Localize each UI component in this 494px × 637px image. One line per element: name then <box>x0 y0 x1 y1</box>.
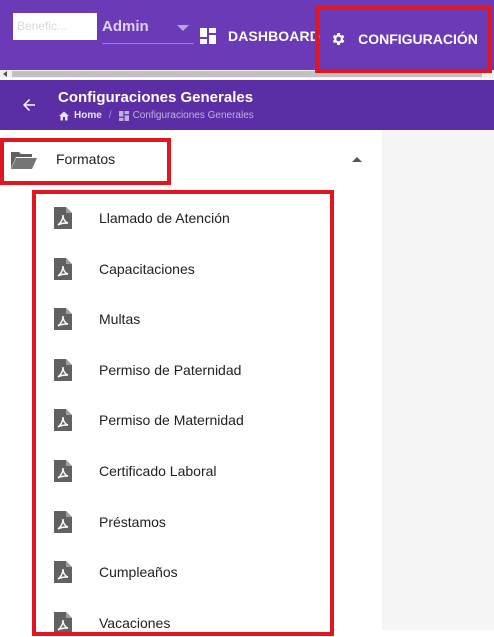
list-item[interactable]: Préstamos <box>34 496 334 547</box>
folder-open-icon <box>11 152 37 169</box>
list-item[interactable]: Certificado Laboral <box>34 445 334 496</box>
gear-icon <box>332 33 345 45</box>
pdf-file-icon <box>54 409 72 432</box>
folder-formatos[interactable]: Formatos <box>0 140 372 180</box>
horizontal-scrollbar[interactable] <box>0 70 494 78</box>
nav-dashboard-label: DASHBOARD <box>228 28 320 44</box>
breadcrumb: Home / Configuraciones Generales <box>58 110 254 121</box>
page-header: Configuraciones Generales Home / Configu… <box>0 80 494 130</box>
list-item[interactable]: Llamado de Atención <box>34 192 334 243</box>
list-item-label: Préstamos <box>99 513 166 530</box>
list-item-label: Certificado Laboral <box>99 462 217 479</box>
role-select[interactable]: Admin <box>102 14 194 44</box>
role-select-value: Admin <box>102 18 149 35</box>
pdf-file-icon <box>54 611 72 632</box>
chevron-down-icon <box>177 25 189 31</box>
dashboard-grid-icon <box>200 28 216 44</box>
workspace-input[interactable]: Benefic... <box>13 13 97 40</box>
content-panel <box>382 130 494 630</box>
breadcrumb-current: Configuraciones Generales <box>132 110 254 121</box>
home-icon[interactable] <box>58 110 70 121</box>
list-item[interactable]: Cumpleaños <box>34 546 334 597</box>
folder-label: Formatos <box>56 151 116 167</box>
nav-dashboard-button[interactable]: DASHBOARD <box>200 20 320 52</box>
scroll-left-arrow-icon[interactable] <box>3 71 7 77</box>
pdf-file-icon <box>54 459 72 482</box>
arrow-left-icon[interactable] <box>20 96 38 114</box>
nav-configuracion-button[interactable]: CONFIGURACIÓN <box>318 7 490 71</box>
nav-configuracion-label: CONFIGURACIÓN <box>358 31 478 47</box>
list-item[interactable]: Permiso de Maternidad <box>34 394 334 445</box>
pdf-file-icon <box>54 207 72 229</box>
list-item-label: Vacaciones <box>99 614 171 631</box>
list-item-label: Permiso de Paternidad <box>99 361 242 378</box>
list-item-label: Llamado de Atención <box>99 210 230 226</box>
pdf-file-icon <box>54 561 72 584</box>
pdf-file-icon <box>54 358 72 381</box>
chevron-up-icon[interactable] <box>352 157 362 162</box>
page-title: Configuraciones Generales <box>58 89 254 106</box>
pdf-file-icon <box>54 510 72 533</box>
list-item-label: Multas <box>99 311 141 328</box>
select-underline <box>102 43 194 44</box>
list-item[interactable]: Vacaciones <box>34 597 334 632</box>
list-item[interactable]: Capacitaciones <box>34 243 334 294</box>
dashboard-grid-icon <box>118 110 129 121</box>
pdf-file-icon <box>54 257 72 280</box>
top-navbar: Benefic... Admin DASHBOARD CONFIGURACIÓN <box>0 0 494 70</box>
list-item[interactable]: Multas <box>34 293 334 344</box>
formatos-file-list: Llamado de Atención Capacitaciones Multas P… <box>34 192 334 632</box>
list-item-label: Permiso de Maternidad <box>99 412 244 429</box>
breadcrumb-home-link[interactable]: Home <box>74 110 102 121</box>
scrollbar-thumb[interactable] <box>12 71 482 77</box>
list-item[interactable]: Permiso de Paternidad <box>34 344 334 395</box>
pdf-file-icon <box>54 308 72 331</box>
list-item-label: Capacitaciones <box>99 260 195 277</box>
breadcrumb-separator: / <box>108 110 112 121</box>
list-item-label: Cumpleaños <box>99 564 178 581</box>
